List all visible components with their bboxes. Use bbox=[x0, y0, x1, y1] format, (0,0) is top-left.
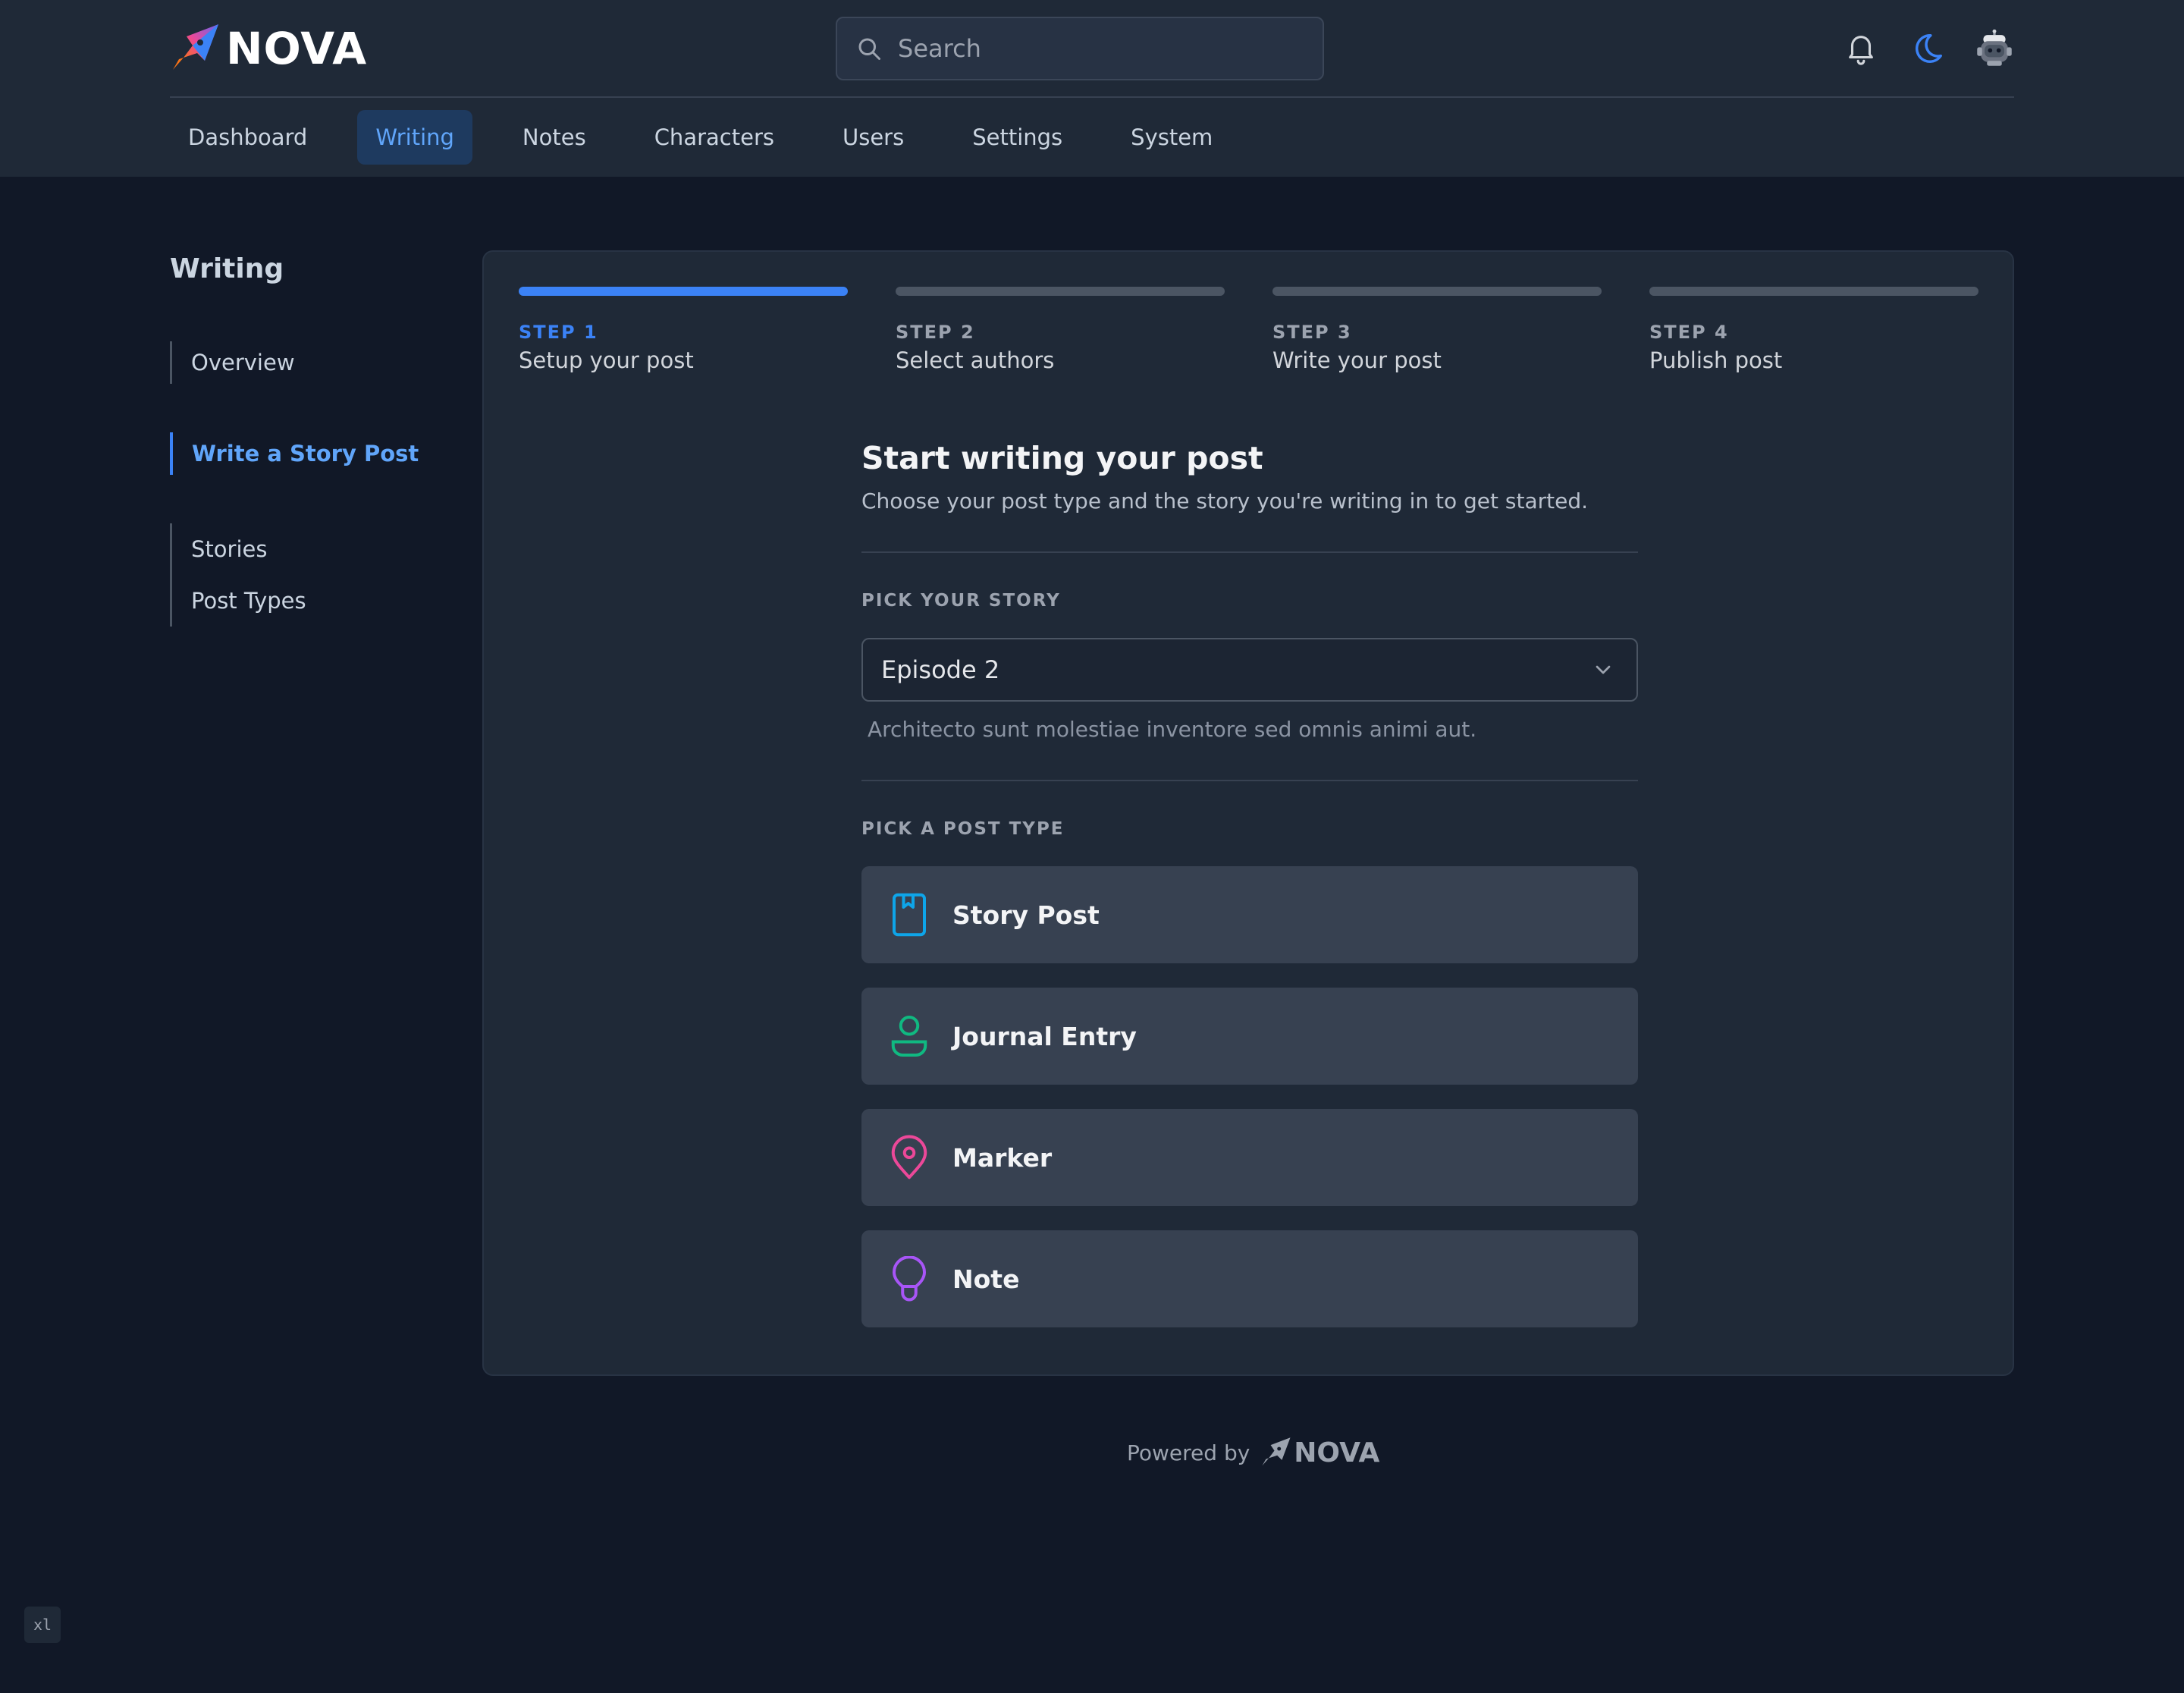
form-description: Choose your post type and the story you'… bbox=[861, 488, 1589, 514]
wizard-steps: STEP 1 Setup your post STEP 2 Select aut… bbox=[519, 287, 1979, 378]
story-select-value: Episode 2 bbox=[881, 655, 1000, 684]
footer-logo[interactable]: NOVA bbox=[1260, 1437, 1379, 1468]
post-type-name: Journal Entry bbox=[952, 1021, 1137, 1051]
chevron-down-icon bbox=[1596, 665, 1611, 674]
step-1[interactable]: STEP 1 Setup your post bbox=[519, 287, 848, 373]
step-label: Publish post bbox=[1649, 347, 1783, 373]
search-input[interactable] bbox=[898, 34, 1307, 63]
sidebar-item-write-story-post[interactable]: Write a Story Post bbox=[173, 432, 419, 475]
nova-logo-icon bbox=[173, 24, 218, 70]
book-icon bbox=[893, 893, 926, 937]
sidebar-title: Writing bbox=[170, 253, 284, 284]
lightbulb-icon bbox=[893, 1256, 926, 1302]
post-type-note[interactable]: Note bbox=[861, 1230, 1638, 1327]
step-progress-bar bbox=[1272, 287, 1602, 296]
brand-logo[interactable]: NOVA bbox=[170, 23, 367, 74]
story-section-label: PICK YOUR STORY bbox=[861, 591, 1061, 611]
sidebar-group-overview: Overview bbox=[170, 341, 295, 384]
user-icon bbox=[891, 1016, 927, 1057]
search-box[interactable] bbox=[836, 17, 1324, 80]
divider bbox=[861, 551, 1638, 553]
footer-brand-name: NOVA bbox=[1294, 1437, 1380, 1468]
header-inner: NOVA Search Dashboard Writing Notes Char… bbox=[170, 0, 2014, 177]
step-label: Setup your post bbox=[519, 347, 694, 373]
main-nav: Dashboard Writing Notes Characters Users… bbox=[170, 110, 1263, 165]
map-pin-icon bbox=[891, 1135, 927, 1179]
story-description: Architecto sunt molestiae inventore sed … bbox=[868, 717, 1477, 742]
nav-tab-writing[interactable]: Writing bbox=[357, 110, 472, 165]
robot-avatar-icon bbox=[1977, 29, 2012, 66]
step-progress-bar bbox=[519, 287, 848, 296]
notifications-button[interactable] bbox=[1841, 29, 1881, 68]
step-number: STEP 3 bbox=[1272, 322, 1352, 343]
post-setup-form: Start writing your post Choose your post… bbox=[861, 440, 1638, 1352]
post-type-marker[interactable]: Marker bbox=[861, 1109, 1638, 1206]
step-number: STEP 4 bbox=[1649, 322, 1729, 343]
post-type-section-label: PICK A POST TYPE bbox=[861, 819, 1065, 839]
brand-name: NOVA bbox=[226, 23, 368, 74]
post-type-name: Marker bbox=[952, 1142, 1053, 1173]
step-progress-bar bbox=[896, 287, 1225, 296]
sidebar-group-manage: Stories Post Types bbox=[170, 523, 306, 627]
step-3[interactable]: STEP 3 Write your post bbox=[1272, 287, 1602, 373]
search-icon bbox=[858, 38, 880, 60]
nav-tab-characters[interactable]: Characters bbox=[636, 110, 792, 165]
step-number: STEP 2 bbox=[896, 322, 975, 343]
sidebar-item-stories[interactable]: Stories bbox=[172, 529, 306, 569]
story-select[interactable]: Episode 2 bbox=[861, 638, 1638, 702]
header-actions bbox=[1841, 23, 2014, 74]
step-progress-bar bbox=[1649, 287, 1978, 296]
step-label: Select authors bbox=[896, 347, 1055, 373]
nav-tab-system[interactable]: System bbox=[1112, 110, 1231, 165]
breakpoint-badge: xl bbox=[24, 1607, 61, 1643]
nova-logo-icon bbox=[1262, 1437, 1291, 1466]
wizard-card: STEP 1 Setup your post STEP 2 Select aut… bbox=[482, 250, 2014, 1376]
nav-tab-users[interactable]: Users bbox=[824, 110, 922, 165]
moon-icon bbox=[1915, 34, 1942, 63]
top-bar: NOVA bbox=[170, 0, 2014, 98]
nav-tab-notes[interactable]: Notes bbox=[504, 110, 604, 165]
post-type-name: Note bbox=[952, 1264, 1020, 1294]
theme-toggle-button[interactable] bbox=[1908, 29, 1947, 68]
nav-tab-dashboard[interactable]: Dashboard bbox=[170, 110, 325, 165]
form-title: Start writing your post bbox=[861, 440, 1263, 476]
post-type-name: Story Post bbox=[952, 900, 1100, 930]
step-label: Write your post bbox=[1272, 347, 1442, 373]
powered-by-text: Powered by bbox=[1127, 1440, 1250, 1465]
step-number: STEP 1 bbox=[519, 322, 598, 343]
divider bbox=[861, 780, 1638, 781]
post-type-list: Story Post Journal Entry Marker Note bbox=[861, 866, 1638, 1327]
post-type-journal-entry[interactable]: Journal Entry bbox=[861, 988, 1638, 1085]
bell-icon bbox=[1849, 36, 1873, 65]
sidebar-item-overview[interactable]: Overview bbox=[172, 341, 295, 384]
post-type-story-post[interactable]: Story Post bbox=[861, 866, 1638, 963]
sidebar-group-write: Write a Story Post bbox=[170, 432, 419, 475]
step-2[interactable]: STEP 2 Select authors bbox=[896, 287, 1225, 373]
step-4[interactable]: STEP 4 Publish post bbox=[1649, 287, 1978, 373]
user-avatar[interactable] bbox=[1975, 29, 2014, 68]
footer: Powered by NOVA bbox=[1127, 1434, 1379, 1472]
nav-tab-settings[interactable]: Settings bbox=[954, 110, 1081, 165]
app-header: NOVA Search Dashboard Writing Notes Char… bbox=[0, 0, 2184, 177]
sidebar-item-post-types[interactable]: Post Types bbox=[172, 581, 306, 620]
